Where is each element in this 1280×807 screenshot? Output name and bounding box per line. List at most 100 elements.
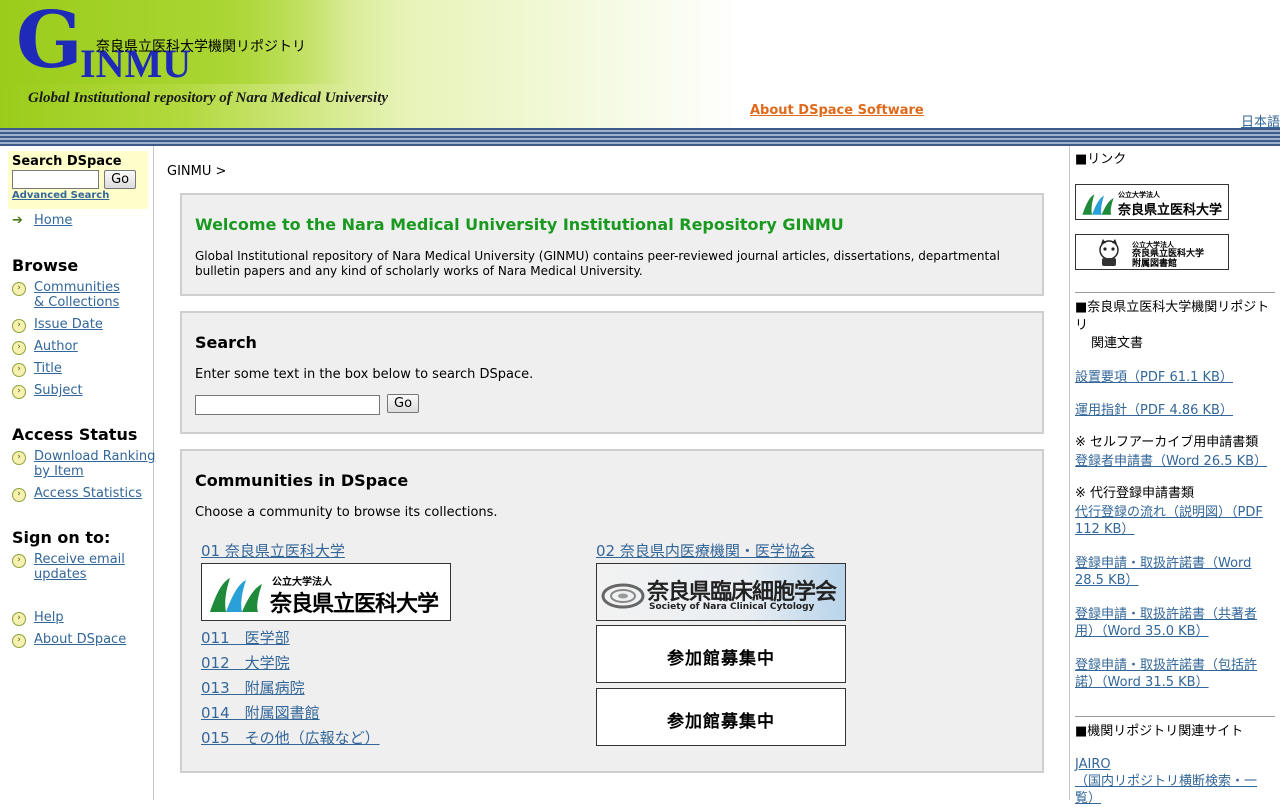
banner-university-name: 奈良県立医科大学 [1118,203,1223,218]
help-link[interactable]: Help [34,610,64,625]
community-link-nmu[interactable]: 01 奈良県立医科大学 [201,540,345,561]
title-link[interactable]: Title [34,361,62,376]
cytology-disk-logo-icon [601,583,645,609]
header-divider-stripes [0,128,1280,146]
recruit-banner-text: 参加館募集中 [667,712,775,732]
sub-community-015[interactable]: 015 その他（広報など） [201,727,380,748]
sidebar-divider [1075,292,1275,293]
advanced-search-link[interactable]: Advanced Search [12,190,144,201]
nmu-library-banner-link[interactable]: 公立大学法人 奈良県立医科大学 附属図書館 [1075,234,1229,270]
communities-collections-link[interactable]: Communities & Collections [34,280,120,310]
about-dspace-software-link[interactable]: About DSpace Software [750,103,924,118]
welcome-title: Welcome to the Nara Medical University I… [195,215,844,234]
sign-on-heading: Sign on to: [12,528,111,547]
nav-item-access-statistics: › Access Statistics [12,486,142,502]
communities-panel: Communities in DSpace Choose a community… [180,449,1044,773]
site-tagline: Global Institutional repository of Nara … [28,90,389,106]
bullet-arrow-icon: › [12,319,26,333]
doc-link-permission-coauthor[interactable]: 登録申請・取扱許諾書（共著者用）（Word 35.0 KB） [1075,606,1275,640]
logo-japanese-title: 奈良県立医科大学機関リポジトリ [96,39,306,55]
subject-link[interactable]: Subject [34,383,83,398]
doc-link-permission-blanket[interactable]: 登録申請・取扱許諾書（包括許諾）（Word 31.5 KB） [1075,657,1275,691]
recruit-banner-text: 参加館募集中 [667,649,775,669]
nav-item-issue-date: › Issue Date [12,317,103,333]
communities-panel-instructions: Choose a community to browse its collect… [195,505,498,520]
proxy-registration-heading: ※ 代行登録申請書類 [1075,486,1195,501]
related-sites-heading: ■機関リポジトリ関連サイト [1075,724,1244,739]
site-logo[interactable]: G INMU 奈良県立医科大学機関リポジトリ [16,2,316,84]
bullet-arrow-icon: › [12,554,26,568]
doc-link-establishment[interactable]: 設置要項（PDF 61.1 KB） [1075,369,1275,386]
access-status-heading: Access Status [12,425,138,444]
nmu-university-banner-link[interactable]: 公立大学法人 奈良県立医科大学 [1075,184,1229,220]
bullet-arrow-icon: › [12,488,26,502]
nmu-logo-mark-icon [210,578,262,612]
doc-link-proxy-flow[interactable]: 代行登録の流れ（説明図）（PDF 112 KB） [1075,504,1275,538]
doc-link-permission[interactable]: 登録申請・取扱許諾書（Word 28.5 KB） [1075,555,1275,589]
browse-heading: Browse [12,256,79,275]
bullet-arrow-icon: › [12,341,26,355]
sub-community-012[interactable]: 012 大学院 [201,652,290,673]
banner-library-name: 奈良県立医科大学 附属図書館 [1132,249,1205,269]
nav-item-about-dspace: › About DSpace [12,632,126,648]
sub-community-013[interactable]: 013 附属病院 [201,677,305,698]
access-statistics-link[interactable]: Access Statistics [34,486,142,501]
welcome-panel: Welcome to the Nara Medical University I… [180,193,1044,296]
bullet-arrow-icon: › [12,385,26,399]
sidebar-search-title: Search DSpace [12,154,122,169]
nav-item-subject: › Subject [12,383,83,399]
cytology-society-english: Society of Nara Clinical Cytology [649,602,815,612]
sub-community-011[interactable]: 011 医学部 [201,627,290,648]
sidebar-search-go-button[interactable]: Go [104,170,137,189]
logo-letter-g: G [16,0,83,86]
links-heading: ■リンク [1075,152,1127,167]
arrow-right-icon: ➔ [12,213,23,228]
library-mascot-icon [1099,239,1119,266]
search-panel: Search Enter some text in the box below … [180,311,1044,434]
bullet-arrow-icon: › [12,451,26,465]
welcome-description: Global Institutional repository of Nara … [195,249,1000,278]
right-sidebar: ■リンク 公立大学法人 奈良県立医科大学 公立大学法人 奈良県立医科大学 附属図書… [1069,146,1280,806]
nmu-banner[interactable]: 公立大学法人 奈良県立医科大学 [201,563,451,621]
main-search-input[interactable] [195,395,380,415]
breadcrumb[interactable]: GINMU > [167,164,226,179]
left-navigation: Search DSpace Go Advanced Search ➔ Home … [0,146,155,800]
main-search-go-button[interactable]: Go [387,394,420,413]
related-documents-label: 関連文書 [1091,336,1144,351]
issue-date-link[interactable]: Issue Date [34,317,103,332]
nav-item-home: ➔ Home [12,213,72,228]
bullet-arrow-icon: › [12,612,26,626]
nav-item-download-ranking: › Download Ranking by Item [12,449,155,479]
download-ranking-link[interactable]: Download Ranking by Item [34,449,155,479]
nav-item-help: › Help [12,610,64,626]
home-link[interactable]: Home [34,213,72,228]
bullet-arrow-icon: › [12,363,26,377]
doc-link-registrant-application[interactable]: 登録者申請書（Word 26.5 KB） [1075,453,1275,470]
sidebar-search-input[interactable] [12,170,99,189]
site-header: G INMU 奈良県立医科大学機関リポジトリ Global Institutio… [0,0,1280,130]
sidebar-divider [1075,716,1275,717]
sub-community-014[interactable]: 014 附属図書館 [201,702,320,723]
recruit-banner-1[interactable]: 参加館募集中 [596,625,846,683]
nav-item-author: › Author [12,339,78,355]
cytology-society-banner[interactable]: 奈良県臨床細胞学会 Society of Nara Clinical Cytol… [596,563,846,621]
author-link[interactable]: Author [34,339,78,354]
sidebar-search-box: Search DSpace Go Advanced Search [8,151,148,209]
jairo-link[interactable]: JAIRO （国内リポジトリ横断検索・一覧） [1075,756,1275,807]
search-panel-title: Search [195,333,257,352]
nav-item-communities: › Communities & Collections [12,280,120,310]
bullet-arrow-icon: › [12,634,26,648]
community-link-nara-medical-institutions[interactable]: 02 奈良県内医療機関・医学協会 [596,540,815,561]
communities-panel-title: Communities in DSpace [195,471,409,490]
nav-item-title: › Title [12,361,62,377]
search-panel-instructions: Enter some text in the box below to sear… [195,367,534,382]
nav-item-receive-email: › Receive email updates [12,552,125,582]
repository-heading: ■奈良県立医科大学機関リポジトリ [1075,300,1270,333]
about-dspace-link[interactable]: About DSpace [34,632,126,647]
self-archive-heading: ※ セルフアーカイブ用申請書類 [1075,435,1259,450]
recruit-banner-2[interactable]: 参加館募集中 [596,688,846,746]
doc-link-guidelines[interactable]: 運用指針（PDF 4.86 KB） [1075,402,1275,419]
nmu-logo-mark-icon [1082,194,1114,215]
nmu-banner-name: 奈良県立医科大学 [270,592,439,617]
receive-email-updates-link[interactable]: Receive email updates [34,552,125,582]
